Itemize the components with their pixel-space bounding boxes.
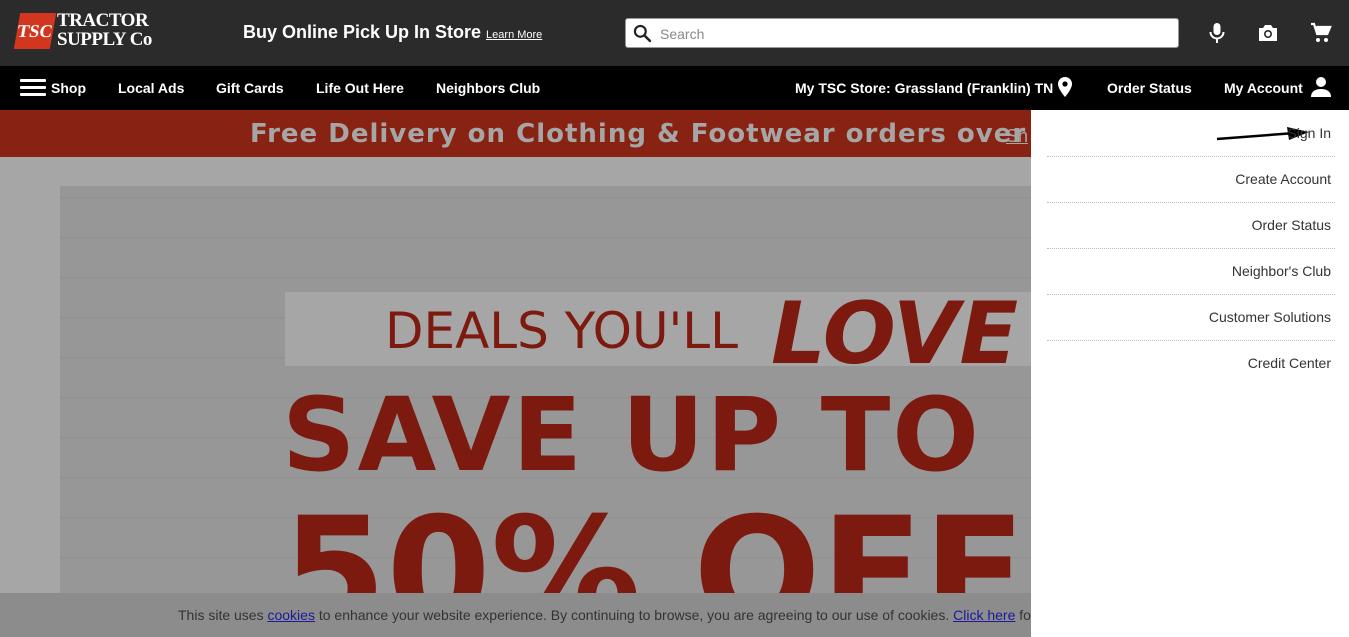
nav-life-out-here[interactable]: Life Out Here [316, 80, 404, 96]
cart-icon[interactable] [1309, 21, 1333, 45]
search-icon[interactable] [632, 23, 652, 43]
nav-my-account[interactable]: My Account [1224, 77, 1331, 97]
user-icon [1311, 77, 1331, 97]
nav-order-status[interactable]: Order Status [1107, 80, 1192, 96]
logo-badge: TSC [13, 13, 57, 49]
hamburger-icon[interactable] [20, 79, 46, 97]
order-status-label: Order Status [1251, 217, 1331, 233]
logo-line-2: SUPPLY Co [57, 29, 152, 50]
cookie-text-2: to enhance your website experience. By c… [314, 607, 954, 623]
menu-item-sign-in[interactable]: Sign In [1047, 110, 1335, 157]
click-here-link[interactable]: Click here [953, 607, 1015, 623]
logo-line-1: TRACTOR [57, 10, 149, 31]
menu-item-create-account[interactable]: Create Account [1047, 156, 1335, 203]
cookie-text: This site uses cookies to enhance your w… [178, 607, 1031, 623]
menu-item-order-status[interactable]: Order Status [1047, 202, 1335, 249]
logo-wordmark: TRACTOR SUPPLY Co [57, 11, 152, 49]
create-account-label: Create Account [1235, 171, 1331, 187]
pickup-promo: Buy Online Pick Up In Store Learn More [243, 22, 542, 43]
nav-gift-cards[interactable]: Gift Cards [216, 80, 284, 96]
nav-local-ads[interactable]: Local Ads [118, 80, 184, 96]
cookie-notice: This site uses cookies to enhance your w… [0, 593, 1031, 637]
location-pin-icon [1058, 77, 1072, 97]
customer-solutions-label: Customer Solutions [1208, 309, 1331, 325]
nav-neighbors-club[interactable]: Neighbors Club [436, 80, 540, 96]
learn-more-link[interactable]: Learn More [486, 29, 542, 41]
menu-backdrop-overlay[interactable] [0, 110, 1031, 637]
top-header: TSC TRACTOR SUPPLY Co Buy Online Pick Up… [0, 0, 1349, 66]
store-label: My TSC Store: Grassland (Franklin) TN [795, 80, 1054, 96]
cookies-link[interactable]: cookies [267, 607, 314, 623]
my-account-label: My Account [1224, 80, 1303, 96]
microphone-icon[interactable] [1205, 21, 1229, 45]
main-nav: Shop Local Ads Gift Cards Life Out Here … [0, 66, 1349, 110]
menu-item-customer-solutions[interactable]: Customer Solutions [1047, 294, 1335, 341]
menu-item-credit-center[interactable]: Credit Center [1047, 340, 1335, 386]
cookie-text-1: This site uses [178, 607, 268, 623]
neighbors-club-label: Neighbor's Club [1231, 263, 1331, 279]
search-bar [625, 18, 1179, 48]
account-dropdown-menu: Sign In Create Account Order Status Neig… [1031, 110, 1349, 637]
nav-my-store[interactable]: My TSC Store: Grassland (Franklin) TN [795, 77, 1072, 97]
credit-center-label: Credit Center [1247, 355, 1331, 371]
promo-text: Buy Online Pick Up In Store [243, 22, 482, 42]
search-input[interactable] [658, 22, 1162, 46]
menu-item-neighbors-club[interactable]: Neighbor's Club [1047, 248, 1335, 295]
nav-shop[interactable]: Shop [51, 80, 86, 96]
camera-icon[interactable] [1256, 21, 1280, 45]
cookie-text-3: fo [1015, 607, 1031, 623]
sign-in-label: Sign In [1287, 125, 1331, 141]
